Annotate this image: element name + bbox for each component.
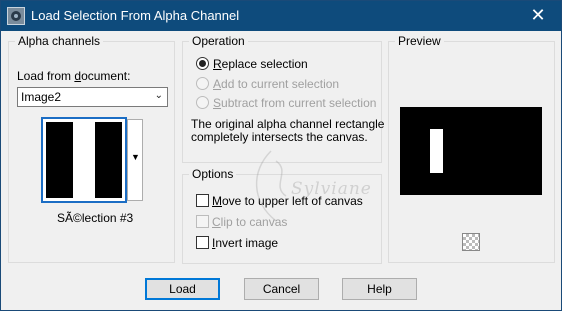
app-icon xyxy=(7,7,25,25)
replace-selection-radio[interactable] xyxy=(196,57,209,70)
channel-dropdown-button[interactable]: ▼ xyxy=(127,119,143,201)
checkerboard-icon[interactable] xyxy=(462,233,480,251)
preview-title: Preview xyxy=(395,34,444,48)
preview-image xyxy=(400,107,542,195)
alpha-channels-title: Alpha channels xyxy=(15,34,104,48)
add-selection-radio[interactable] xyxy=(196,77,209,90)
window-title: Load Selection From Alpha Channel xyxy=(31,8,240,23)
move-upper-left-label[interactable]: Move to upper left of canvas xyxy=(212,194,363,208)
clip-to-canvas-label[interactable]: Clip to canvas xyxy=(212,215,287,229)
document-select-value: Image2 xyxy=(21,90,62,104)
close-icon[interactable]: ✕ xyxy=(515,1,561,31)
help-button[interactable]: Help xyxy=(342,278,417,300)
clip-to-canvas-checkbox[interactable] xyxy=(196,215,209,228)
operation-title: Operation xyxy=(189,34,248,48)
triangle-down-icon: ▼ xyxy=(131,152,140,162)
subtract-selection-radio[interactable] xyxy=(196,96,209,109)
document-select[interactable]: Image2 ⌄ xyxy=(17,87,168,107)
chevron-down-icon: ⌄ xyxy=(154,90,163,101)
subtract-selection-label[interactable]: Subtract from current selection xyxy=(213,96,376,110)
operation-info-line2: completely intersects the canvas. xyxy=(191,130,368,144)
replace-selection-label[interactable]: Replace selection xyxy=(213,57,308,71)
channel-thumbnail-image xyxy=(46,122,122,198)
operation-info-line1: The original alpha channel rectangle xyxy=(191,117,385,131)
dialog-window: Load Selection From Alpha Channel ✕ Alph… xyxy=(0,0,562,311)
load-from-document-label: Load from document: xyxy=(17,69,131,83)
invert-image-checkbox[interactable] xyxy=(196,236,209,249)
cancel-button[interactable]: Cancel xyxy=(244,278,319,300)
load-button[interactable]: Load xyxy=(145,278,220,300)
invert-image-label[interactable]: Invert image xyxy=(212,236,278,250)
move-upper-left-checkbox[interactable] xyxy=(196,194,209,207)
title-bar[interactable]: Load Selection From Alpha Channel ✕ xyxy=(1,1,561,31)
channel-thumbnail[interactable] xyxy=(41,117,127,203)
channel-name: SÃ©lection #3 xyxy=(57,211,134,225)
add-selection-label[interactable]: Add to current selection xyxy=(213,77,339,91)
options-title: Options xyxy=(189,167,237,181)
